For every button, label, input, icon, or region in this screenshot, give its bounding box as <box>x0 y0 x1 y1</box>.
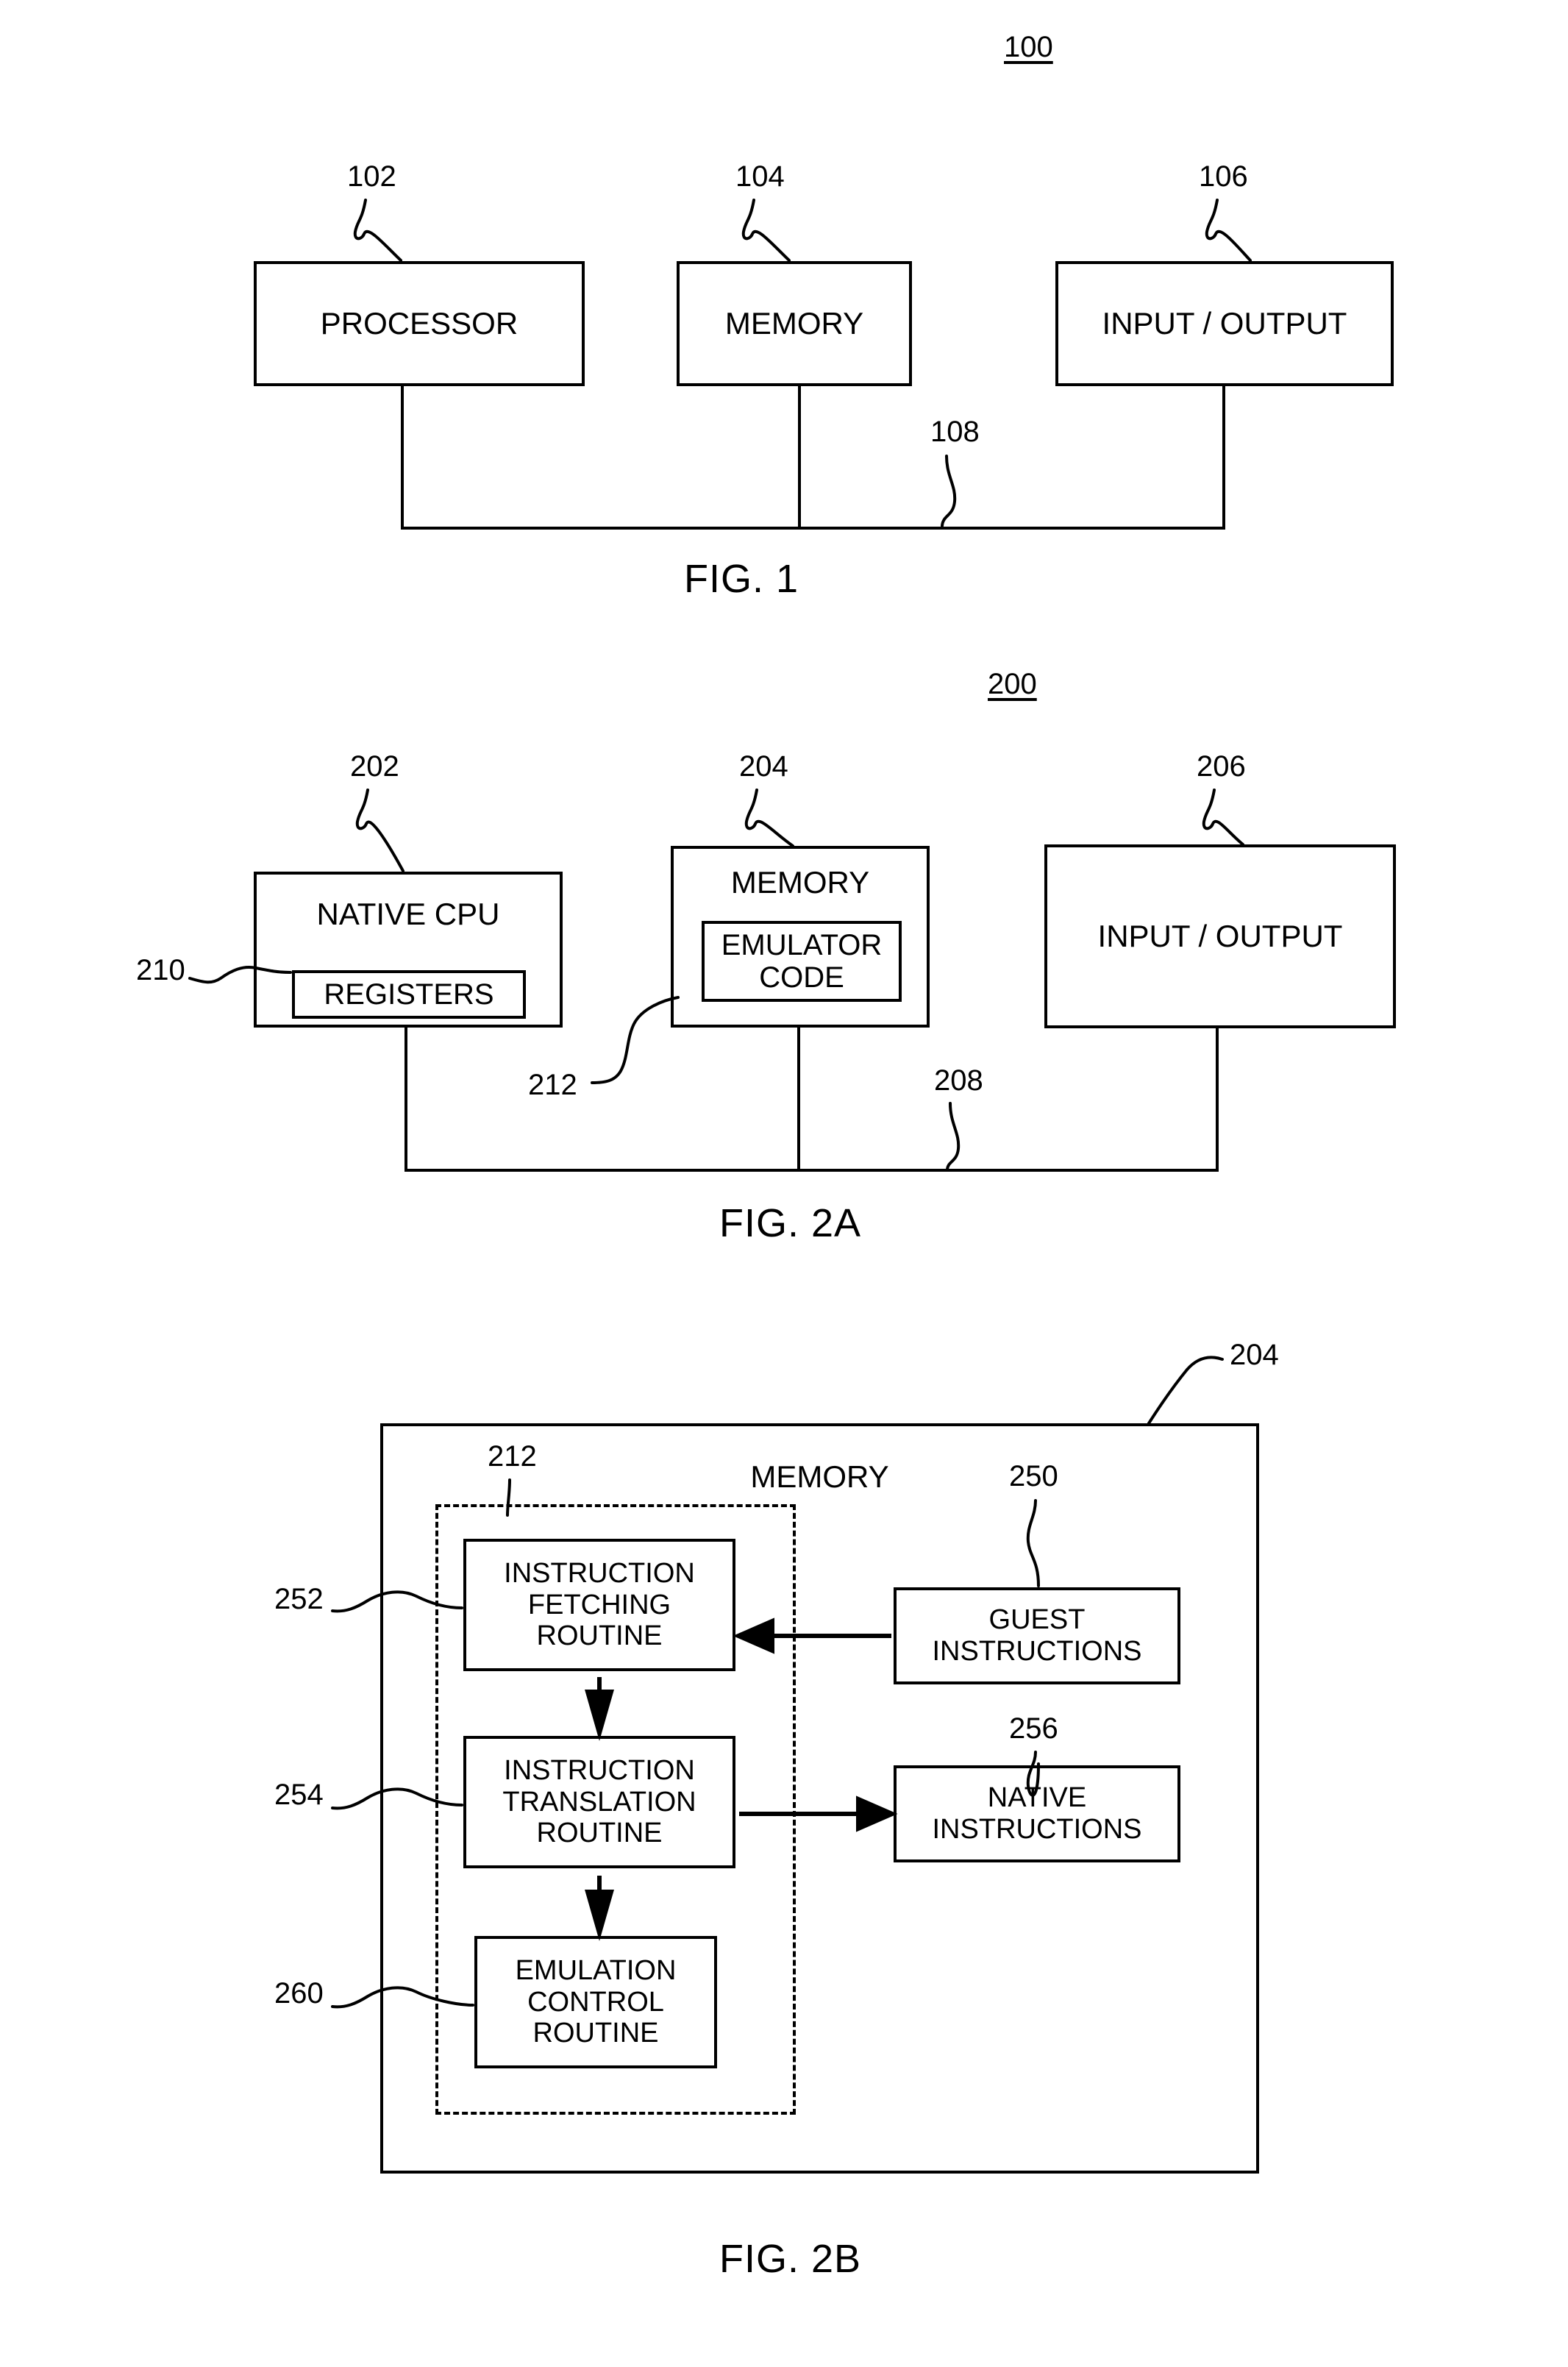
reference-numeral-256: 256 <box>1009 1712 1058 1745</box>
block-processor-label: PROCESSOR <box>320 306 518 341</box>
reference-numeral-104: 104 <box>735 160 785 193</box>
reference-numeral-100: 100 <box>1004 31 1053 63</box>
leader-108 <box>941 455 957 527</box>
block-memory: MEMORY <box>677 261 916 390</box>
bus-line-108 <box>401 527 1225 530</box>
leader-208 <box>946 1102 961 1171</box>
block-emulator-code-label-line2: CODE <box>759 961 844 994</box>
figure-caption-fig-1: FIG. 1 <box>684 557 799 601</box>
block-emulation-control-routine: EMULATION CONTROL ROUTINE <box>474 1936 721 2072</box>
bus-line-208 <box>405 1169 1219 1172</box>
patent-drawing-sheet: 100 102 104 106 108 PROCESSOR MEMORY INP… <box>0 0 1568 2367</box>
reference-numeral-208: 208 <box>934 1064 983 1097</box>
block-memory-2a: MEMORY EMULATOR CODE <box>671 846 933 1031</box>
block-native-cpu-label: NATIVE CPU <box>316 897 500 931</box>
block-registers-label: REGISTERS <box>324 978 494 1011</box>
bus-leg-memory-2a <box>797 1028 800 1171</box>
block-guest-instructions: GUEST INSTRUCTIONS <box>894 1587 1184 1688</box>
block-250-line2: INSTRUCTIONS <box>932 1636 1142 1667</box>
block-254-line1: INSTRUCTION <box>504 1755 695 1787</box>
figure-caption-fig-2a: FIG. 2A <box>719 1201 862 1245</box>
bus-leg-io <box>1222 386 1225 530</box>
block-254-line3: ROUTINE <box>536 1818 663 1849</box>
reference-numeral-102: 102 <box>347 160 396 193</box>
block-260-line3: ROUTINE <box>532 2018 659 2049</box>
block-252-line1: INSTRUCTION <box>504 1558 695 1590</box>
block-emulator-code: EMULATOR CODE <box>702 921 905 1005</box>
block-registers: REGISTERS <box>292 970 529 1022</box>
block-instruction-translation-routine: INSTRUCTION TRANSLATION ROUTINE <box>463 1736 739 1872</box>
block-processor: PROCESSOR <box>254 261 588 390</box>
block-256-line2: INSTRUCTIONS <box>932 1814 1142 1845</box>
reference-numeral-212: 212 <box>528 1069 577 1101</box>
reference-numeral-254: 254 <box>274 1779 324 1811</box>
bus-leg-native-cpu <box>405 1028 407 1171</box>
leader-204-2b <box>1147 1356 1224 1425</box>
block-memory-2a-label: MEMORY <box>730 865 870 900</box>
reference-numeral-206: 206 <box>1197 750 1246 783</box>
block-input-output-2a-label: INPUT / OUTPUT <box>1097 919 1343 954</box>
block-emulator-code-label-line1: EMULATOR <box>721 929 883 961</box>
block-250-line1: GUEST <box>988 1604 1086 1636</box>
leader-204 <box>744 789 794 847</box>
reference-numeral-204-2b: 204 <box>1230 1339 1279 1371</box>
block-native-instructions: NATIVE INSTRUCTIONS <box>894 1765 1184 1866</box>
reference-numeral-252: 252 <box>274 1583 324 1615</box>
container-memory-2b-label: MEMORY <box>750 1459 889 1494</box>
block-input-output: INPUT / OUTPUT <box>1055 261 1397 390</box>
reference-numeral-210: 210 <box>136 954 185 986</box>
reference-numeral-108: 108 <box>930 416 980 448</box>
leader-102 <box>353 199 402 262</box>
block-260-line2: CONTROL <box>527 1986 664 2018</box>
bus-leg-io-2a <box>1216 1028 1219 1171</box>
figure-caption-fig-2b: FIG. 2B <box>719 2237 862 2281</box>
reference-numeral-200: 200 <box>988 668 1037 700</box>
bus-leg-processor <box>401 386 404 530</box>
bus-leg-memory <box>798 386 801 530</box>
reference-numeral-204: 204 <box>739 750 788 783</box>
block-native-cpu: NATIVE CPU REGISTERS <box>254 872 566 1031</box>
block-254-line2: TRANSLATION <box>502 1786 696 1818</box>
block-input-output-label: INPUT / OUTPUT <box>1102 306 1347 341</box>
block-252-line2: FETCHING <box>527 1589 671 1620</box>
leader-104 <box>741 199 791 262</box>
block-instruction-fetching-routine: INSTRUCTION FETCHING ROUTINE <box>463 1539 739 1675</box>
leader-202 <box>355 789 405 872</box>
reference-numeral-202: 202 <box>350 750 399 783</box>
block-252-line3: ROUTINE <box>536 1620 663 1652</box>
reference-numeral-106: 106 <box>1199 160 1248 193</box>
block-input-output-2a: INPUT / OUTPUT <box>1044 844 1400 1032</box>
reference-numeral-260: 260 <box>274 1977 324 2010</box>
block-260-line1: EMULATION <box>515 1955 677 1987</box>
block-memory-label: MEMORY <box>724 306 864 341</box>
block-256-line1: NATIVE <box>987 1782 1087 1814</box>
leader-206 <box>1202 789 1244 846</box>
leader-212 <box>591 996 680 1084</box>
leader-106 <box>1205 199 1252 262</box>
